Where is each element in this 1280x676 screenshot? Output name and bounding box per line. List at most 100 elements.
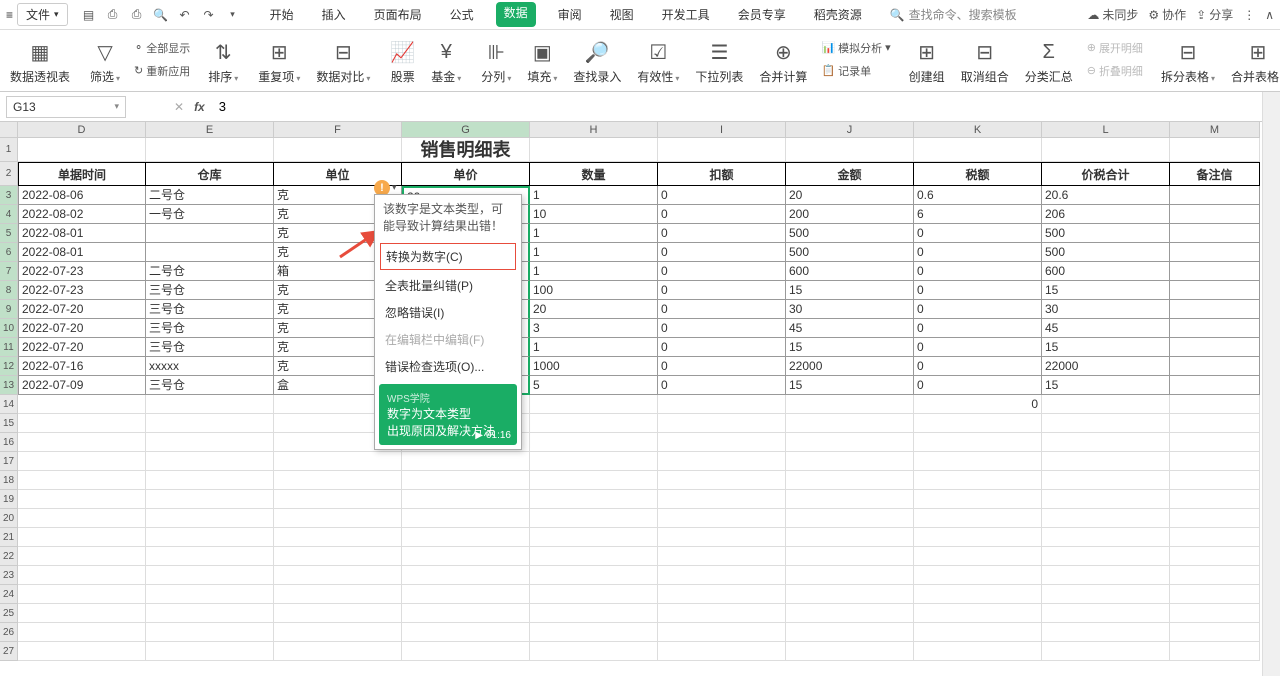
- cell[interactable]: [18, 138, 146, 162]
- cell[interactable]: [402, 604, 530, 623]
- cell[interactable]: 15: [786, 281, 914, 300]
- cell[interactable]: [1042, 414, 1170, 433]
- table-header[interactable]: 数量: [530, 162, 658, 186]
- cell[interactable]: [18, 471, 146, 490]
- row-header-23[interactable]: 23: [0, 566, 18, 585]
- row-header-15[interactable]: 15: [0, 414, 18, 433]
- cell[interactable]: [1170, 566, 1260, 585]
- table-header[interactable]: 单据时间: [18, 162, 146, 186]
- row-header-22[interactable]: 22: [0, 547, 18, 566]
- cell[interactable]: [530, 642, 658, 661]
- tab-data[interactable]: 数据: [496, 2, 536, 27]
- cell[interactable]: [402, 471, 530, 490]
- cell[interactable]: 1000: [530, 357, 658, 376]
- cell[interactable]: [146, 243, 274, 262]
- cell[interactable]: [786, 509, 914, 528]
- cell[interactable]: 0: [658, 243, 786, 262]
- tab-resource[interactable]: 稻壳资源: [808, 2, 868, 27]
- row-header-8[interactable]: 8: [0, 281, 18, 300]
- cell[interactable]: [530, 414, 658, 433]
- cell[interactable]: [658, 395, 786, 414]
- cell[interactable]: [274, 138, 402, 162]
- cell[interactable]: 0.6: [914, 186, 1042, 205]
- dedup-button[interactable]: ⊞重复项▾: [250, 34, 308, 92]
- cell[interactable]: 45: [1042, 319, 1170, 338]
- error-dropdown-icon[interactable]: ▾: [392, 182, 397, 193]
- cell[interactable]: [1042, 471, 1170, 490]
- cell[interactable]: 30: [786, 300, 914, 319]
- cell[interactable]: [274, 452, 402, 471]
- table-header[interactable]: 扣额: [658, 162, 786, 186]
- cell[interactable]: [146, 395, 274, 414]
- cell[interactable]: 0: [658, 205, 786, 224]
- cell[interactable]: 200: [786, 205, 914, 224]
- cell[interactable]: [530, 509, 658, 528]
- cell[interactable]: [530, 566, 658, 585]
- fill-button[interactable]: ▣填充▾: [519, 34, 565, 92]
- cell[interactable]: [1042, 509, 1170, 528]
- cell[interactable]: [146, 224, 274, 243]
- menu-ignore-error[interactable]: 忽略错误(I): [375, 299, 521, 326]
- cell[interactable]: 三号仓: [146, 281, 274, 300]
- sync-status[interactable]: ☁未同步: [1087, 6, 1138, 23]
- split-col-button[interactable]: ⊪分列▾: [473, 34, 519, 92]
- cell[interactable]: [914, 642, 1042, 661]
- cell[interactable]: 0: [658, 300, 786, 319]
- cell[interactable]: 15: [1042, 338, 1170, 357]
- cell[interactable]: [1042, 138, 1170, 162]
- menu-convert-to-number[interactable]: 转换为数字(C): [380, 243, 516, 270]
- cell[interactable]: [1042, 452, 1170, 471]
- cell[interactable]: [18, 604, 146, 623]
- cell[interactable]: [530, 547, 658, 566]
- select-all-corner[interactable]: [0, 122, 18, 138]
- cell[interactable]: [1170, 338, 1260, 357]
- cell[interactable]: [18, 490, 146, 509]
- cell[interactable]: [1170, 205, 1260, 224]
- cell[interactable]: [658, 452, 786, 471]
- split-table-button[interactable]: ⊟拆分表格▾: [1153, 34, 1223, 92]
- cell[interactable]: [18, 528, 146, 547]
- cell[interactable]: [786, 414, 914, 433]
- cell[interactable]: [658, 509, 786, 528]
- tab-review[interactable]: 审阅: [552, 2, 588, 27]
- col-header-I[interactable]: I: [658, 122, 786, 138]
- cell[interactable]: 20.6: [1042, 186, 1170, 205]
- cell[interactable]: [530, 585, 658, 604]
- cell[interactable]: [786, 471, 914, 490]
- cell[interactable]: [914, 604, 1042, 623]
- coop-button[interactable]: ⚙协作: [1148, 6, 1186, 23]
- save-icon[interactable]: ▤: [80, 6, 98, 24]
- group-button[interactable]: ⊞创建组: [901, 34, 953, 92]
- cell[interactable]: [914, 471, 1042, 490]
- cell[interactable]: [1042, 395, 1170, 414]
- row-header-7[interactable]: 7: [0, 262, 18, 281]
- display-all-button[interactable]: ⚬全部显示: [134, 38, 190, 57]
- sim-analysis-button[interactable]: 📊模拟分析▾: [821, 38, 890, 57]
- fund-button[interactable]: ¥基金▾: [423, 34, 469, 92]
- table-header[interactable]: 金额: [786, 162, 914, 186]
- formula-input[interactable]: [213, 96, 1274, 118]
- row-header-16[interactable]: 16: [0, 433, 18, 452]
- cell[interactable]: 2022-07-16: [18, 357, 146, 376]
- cell[interactable]: 5: [530, 376, 658, 395]
- more-icon[interactable]: ⋮: [1243, 8, 1255, 22]
- table-header[interactable]: 仓库: [146, 162, 274, 186]
- tab-member[interactable]: 会员专享: [732, 2, 792, 27]
- row-header-13[interactable]: 13: [0, 376, 18, 395]
- cell[interactable]: [402, 585, 530, 604]
- menu-tip-card[interactable]: WPS学院 数字为文本类型 出现原因及解决方法 ▶01:16: [379, 384, 517, 445]
- row-header-14[interactable]: 14: [0, 395, 18, 414]
- row-header-12[interactable]: 12: [0, 357, 18, 376]
- filter-button[interactable]: ▽筛选▾: [82, 34, 128, 92]
- cell[interactable]: 三号仓: [146, 319, 274, 338]
- cell[interactable]: 6: [914, 205, 1042, 224]
- cell[interactable]: [402, 528, 530, 547]
- cell[interactable]: 500: [786, 243, 914, 262]
- cell[interactable]: 600: [1042, 262, 1170, 281]
- cell[interactable]: [1170, 395, 1260, 414]
- cell[interactable]: 0: [914, 338, 1042, 357]
- cell[interactable]: 0: [914, 281, 1042, 300]
- cell[interactable]: [1170, 186, 1260, 205]
- cell[interactable]: [274, 490, 402, 509]
- cell[interactable]: 1: [530, 243, 658, 262]
